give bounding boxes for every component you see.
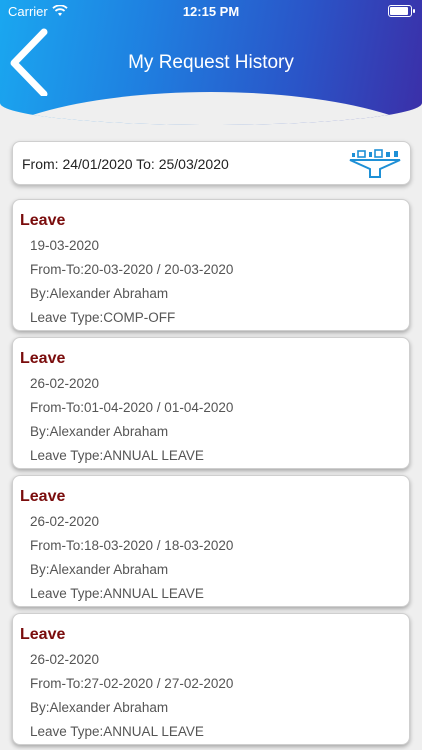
request-type: Leave [20, 350, 66, 367]
header-curve [0, 92, 422, 125]
filter-funnel-icon[interactable] [346, 146, 404, 180]
request-date: 19-03-2020 [30, 238, 100, 253]
battery-icon [388, 5, 415, 17]
request-from-to: From-To:20-03-2020 / 20-03-2020 [30, 262, 234, 277]
status-time: 12:15 PM [182, 4, 240, 19]
request-from-to: From-To:27-02-2020 / 27-02-2020 [30, 676, 234, 691]
request-card[interactable]: Leave 26-02-2020 From-To:27-02-2020 / 27… [12, 613, 410, 745]
request-date: 26-02-2020 [30, 376, 100, 391]
request-leave-type: Leave Type:ANNUAL LEAVE [30, 448, 204, 463]
request-type: Leave [20, 488, 66, 505]
request-card[interactable]: Leave 26-02-2020 From-To:18-03-2020 / 18… [12, 475, 410, 607]
request-leave-type: Leave Type:COMP-OFF [30, 310, 176, 325]
request-leave-type: Leave Type:ANNUAL LEAVE [30, 586, 204, 601]
request-type: Leave [20, 626, 66, 643]
request-date: 26-02-2020 [30, 652, 100, 667]
request-date: 26-02-2020 [30, 514, 100, 529]
request-from-to: From-To:18-03-2020 / 18-03-2020 [30, 538, 234, 553]
request-by: By:Alexander Abraham [30, 700, 169, 715]
date-range-text: From: 24/01/2020 To: 25/03/2020 [22, 156, 229, 172]
page-title: My Request History [128, 52, 294, 73]
request-card[interactable]: Leave 19-03-2020 From-To:20-03-2020 / 20… [12, 199, 410, 331]
request-by: By:Alexander Abraham [30, 286, 169, 301]
request-card[interactable]: Leave 26-02-2020 From-To:01-04-2020 / 01… [12, 337, 410, 469]
date-range-filter[interactable]: From: 24/01/2020 To: 25/03/2020 [12, 141, 411, 185]
request-leave-type: Leave Type:ANNUAL LEAVE [30, 724, 204, 739]
request-by: By:Alexander Abraham [30, 424, 169, 439]
request-by: By:Alexander Abraham [30, 562, 169, 577]
request-from-to: From-To:01-04-2020 / 01-04-2020 [30, 400, 234, 415]
request-type: Leave [20, 212, 66, 229]
status-bar: Carrier 12:15 PM [0, 0, 422, 22]
